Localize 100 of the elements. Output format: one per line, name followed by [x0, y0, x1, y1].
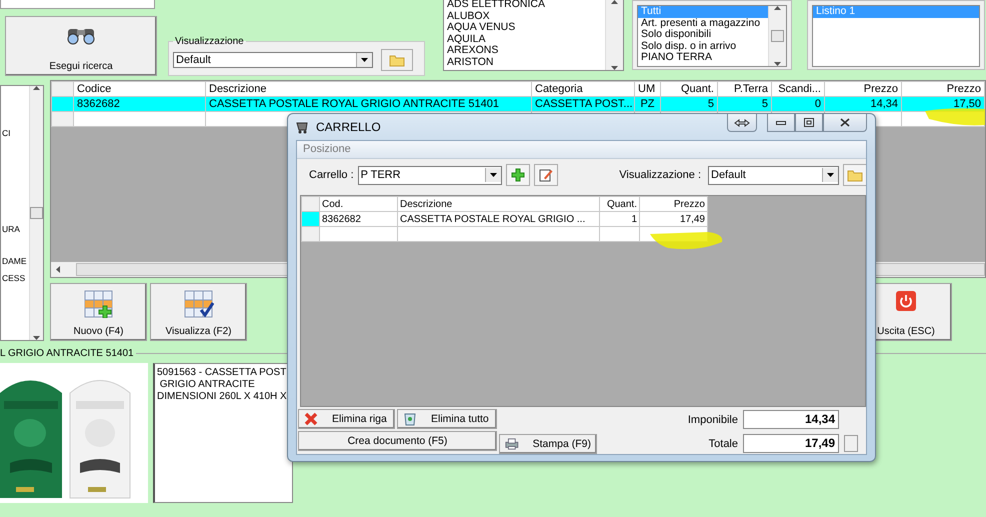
list-item[interactable]: CI: [2, 128, 10, 138]
minimize-button[interactable]: [767, 114, 795, 132]
column-header[interactable]: Descrizione: [206, 82, 532, 96]
table-cell: CASSETTA POSTALE ROYAL GRIGIO ...: [398, 212, 600, 226]
scroll-thumb[interactable]: [30, 207, 43, 219]
delete-button[interactable]: Elimina riga: [298, 409, 395, 429]
arrow-left-icon[interactable]: [56, 266, 60, 273]
table-cell: 0: [772, 96, 824, 112]
double-arrow-icon: [734, 118, 750, 126]
scroll-thumb[interactable]: [771, 30, 784, 42]
table-cell: CASSETTA POSTALE ROYAL GRIGIO ANTRACITE 51401: [206, 96, 532, 112]
dropdown-button[interactable]: [356, 52, 372, 66]
scrollbar[interactable]: [768, 6, 786, 66]
arrow-down-icon[interactable]: [611, 66, 618, 70]
total-field: 17,49: [743, 434, 839, 453]
list-item[interactable]: ALUBOX: [444, 10, 605, 22]
window-title: CARRELLO: [316, 120, 381, 134]
caret-icon: [490, 173, 497, 177]
column-header[interactable]: Prezzo: [902, 82, 984, 96]
column-header[interactable]: Quant.: [600, 196, 640, 212]
list-item[interactable]: ARISTON: [444, 56, 605, 69]
binoculars-icon: [66, 27, 96, 45]
scrollbar[interactable]: [29, 86, 43, 340]
search-button[interactable]: Esegui ricerca: [5, 16, 157, 76]
close-button[interactable]: [823, 114, 867, 132]
cart-dropdown[interactable]: P TERR: [358, 166, 502, 184]
list-item[interactable]: AREXONS: [444, 45, 605, 57]
table-cell: 17,49: [640, 212, 708, 226]
arrow-down-icon[interactable]: [774, 62, 781, 66]
print-button[interactable]: Stampa (F9): [499, 434, 597, 454]
list-item[interactable]: Art. presenti a magazzino: [638, 18, 768, 30]
grid-plus-icon: [84, 290, 114, 318]
list-item[interactable]: AQUA VENUS: [444, 22, 605, 34]
table-cell: 14,34: [824, 96, 902, 112]
table-cell: 1: [600, 212, 640, 226]
list-item[interactable]: ADS ELETTRONICA: [444, 0, 605, 11]
column-header[interactable]: Cod.: [320, 196, 398, 212]
cart-icon: [296, 120, 310, 134]
column-header[interactable]: P.Terra: [718, 82, 772, 96]
dropdown-button[interactable]: [484, 168, 501, 182]
table-cell: 8362682: [74, 96, 206, 112]
section-header: Posizione: [297, 141, 866, 159]
cart-label: Carrello :: [309, 169, 354, 181]
list-item[interactable]: Solo disponibili: [638, 29, 768, 41]
arrow-up-icon[interactable]: [33, 86, 40, 90]
edit-button[interactable]: [534, 164, 558, 186]
plus-icon: [510, 168, 525, 182]
column-header[interactable]: Quant.: [660, 82, 718, 96]
power-icon: [895, 290, 917, 312]
column-header[interactable]: Descrizione: [398, 196, 600, 212]
table-cell: 5: [718, 96, 772, 112]
printer-icon: [505, 437, 519, 451]
arrow-up-icon[interactable]: [774, 6, 781, 10]
toolbar-button[interactable]: Nuovo (F4): [50, 283, 147, 341]
table-cell: 5: [660, 96, 718, 112]
group-title: Visualizzazione: [174, 36, 245, 47]
category-list[interactable]: CI URA DAME CESS: [0, 85, 44, 341]
blank-box: [844, 435, 858, 452]
table-cell: 8362682: [320, 212, 398, 226]
arrow-up-icon[interactable]: [611, 0, 618, 4]
list-item[interactable]: AQUILA: [444, 34, 605, 46]
column-header[interactable]: Prezzo: [640, 196, 708, 212]
restore-icon: [804, 118, 814, 127]
pencil-icon: [538, 168, 553, 182]
folder-icon: [847, 168, 863, 182]
view-dropdown[interactable]: Default: [173, 52, 373, 68]
minimize-icon: [776, 120, 786, 124]
column-header[interactable]: Scandi...: [772, 82, 824, 96]
table-cell: PZ: [634, 96, 660, 112]
resize-button[interactable]: [727, 114, 757, 132]
taxable-label: Imponibile: [688, 414, 738, 426]
column-header[interactable]: Codice: [74, 82, 206, 96]
list-item[interactable]: URA: [2, 224, 20, 234]
description-text: 5091563 - CASSETTA POST GRIGIO ANTRACITE DIMENSIONI 260L X 410H X: [153, 363, 293, 503]
arrow-down-icon[interactable]: [33, 336, 40, 340]
view-dropdown[interactable]: Default: [708, 166, 839, 184]
list-item[interactable]: Solo disp. o in arrivo: [638, 40, 768, 52]
table-cell: CASSETTA POST...: [532, 96, 634, 112]
list-item[interactable]: DAME: [2, 256, 27, 266]
toolbar-button[interactable]: Visualizza (F2): [150, 283, 247, 341]
dropdown-button[interactable]: [822, 168, 838, 182]
add-button[interactable]: [506, 164, 530, 186]
cross-icon: [304, 412, 318, 426]
list-item[interactable]: PIANO TERRA: [638, 52, 768, 64]
grid-check-icon: [184, 290, 214, 318]
column-header[interactable]: Prezzo: [824, 82, 902, 96]
brand-list[interactable]: ADS ELETTRONICA ALUBOX AQUA VENUS AQUILA AREXONS ARISTON: [443, 0, 624, 71]
view-label: Visualizzazione :: [619, 169, 701, 181]
column-header[interactable]: Categoria: [532, 82, 634, 96]
taxable-field: 14,34: [743, 410, 839, 429]
caret-icon: [827, 173, 834, 177]
maximize-button[interactable]: [795, 114, 823, 132]
scrollbar[interactable]: [605, 0, 623, 70]
list-item[interactable]: CESS: [2, 273, 26, 283]
total-label: Totale: [708, 438, 738, 450]
column-header[interactable]: UM: [634, 82, 660, 96]
caret-icon: [361, 58, 368, 62]
delete-button[interactable]: Elimina tutto: [397, 409, 497, 429]
create-document-button[interactable]: Crea documento (F5): [298, 431, 497, 451]
folder-icon: [389, 52, 405, 66]
